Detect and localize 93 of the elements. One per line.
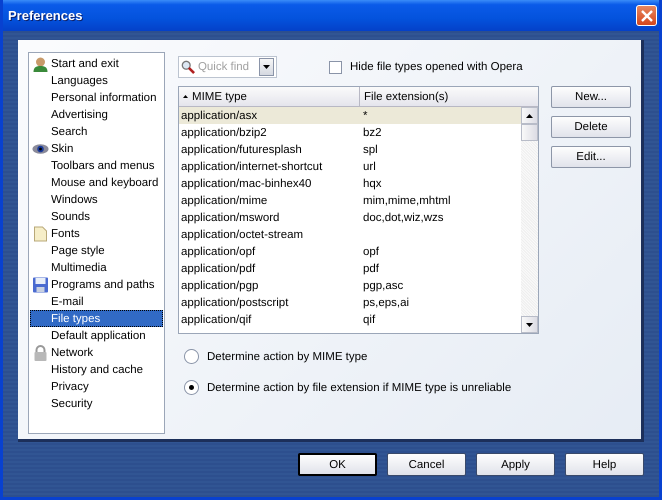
table-row[interactable]: application/msword doc,dot,wiz,wzs bbox=[179, 209, 521, 226]
sidebar-item[interactable]: Mouse and keyboard bbox=[30, 174, 163, 191]
scroll-up-button[interactable] bbox=[521, 107, 538, 124]
table-cell-text: application/asx bbox=[180, 110, 258, 122]
table-cell-text: * bbox=[362, 110, 368, 122]
sidebar-item[interactable]: Multimedia bbox=[30, 259, 163, 276]
action-button[interactable]: Edit... bbox=[551, 146, 631, 168]
table-cell-text: application/mime bbox=[180, 194, 268, 206]
up-arrow-icon bbox=[526, 114, 533, 118]
table-cell-text: doc,dot,wiz,wzs bbox=[362, 212, 444, 224]
sidebar-item[interactable]: Privacy bbox=[30, 378, 163, 395]
search-icon bbox=[181, 59, 195, 75]
table-row[interactable]: application/pgp pgp,asc bbox=[179, 277, 521, 294]
table-cell-text: qif bbox=[362, 314, 376, 326]
table-row[interactable]: application/internet-shortcut url bbox=[179, 158, 521, 175]
sidebar-item[interactable]: History and cache bbox=[30, 361, 163, 378]
quick-find-combo-box[interactable]: Quick find bbox=[178, 56, 277, 78]
table-cell-text: application/pdf bbox=[180, 262, 256, 274]
radio-button[interactable] bbox=[184, 380, 199, 395]
window-title: Preferences bbox=[8, 8, 82, 23]
sidebar-item[interactable]: Languages bbox=[30, 72, 163, 89]
table-row[interactable]: application/bzip2 bz2 bbox=[179, 124, 521, 141]
dialog-button[interactable]: OK bbox=[298, 453, 377, 476]
dialog-button[interactable]: Help bbox=[565, 453, 644, 476]
quick-find-field[interactable]: Quick find bbox=[194, 61, 259, 73]
padlock-icon bbox=[32, 344, 49, 360]
radio-label: Determine action by MIME type bbox=[207, 350, 368, 362]
sidebar-item[interactable]: Start and exit bbox=[30, 55, 163, 72]
scrollbar-thumb[interactable] bbox=[521, 124, 538, 141]
sidebar-item[interactable]: Search bbox=[30, 123, 163, 140]
table-cell-text: application/pgp bbox=[180, 280, 260, 292]
checkbox-label: Hide file types opened with Opera bbox=[350, 61, 523, 73]
table-cell-text: opf bbox=[362, 246, 379, 258]
table-cell-text: application/octet-stream bbox=[180, 228, 304, 240]
document-icon bbox=[32, 226, 49, 242]
checkbox[interactable] bbox=[329, 60, 342, 74]
action-button[interactable]: New... bbox=[551, 86, 631, 108]
sidebar-item[interactable]: Page style bbox=[30, 242, 163, 259]
table-row[interactable]: application/asx * bbox=[179, 107, 521, 124]
table-row[interactable]: application/postscript ps,eps,ai bbox=[179, 294, 521, 311]
sidebar-item[interactable]: Programs and paths bbox=[30, 276, 163, 293]
table-row[interactable]: application/opf opf bbox=[179, 243, 521, 260]
radio-label: Determine action by file extension if MIME type is unreliable bbox=[207, 382, 512, 394]
table-cell-text: pgp,asc bbox=[362, 280, 404, 292]
table-cell-text: url bbox=[362, 160, 376, 172]
sidebar-item[interactable]: File types bbox=[30, 310, 163, 327]
table-cell-text: spl bbox=[362, 144, 378, 156]
table-cell-text: application/bzip2 bbox=[180, 126, 268, 138]
close-button[interactable] bbox=[636, 5, 657, 26]
table-cell-text: bz2 bbox=[362, 126, 382, 138]
sidebar-item[interactable]: Windows bbox=[30, 191, 163, 208]
table-cell-text: application/opf bbox=[180, 246, 256, 258]
sidebar-item[interactable]: Network bbox=[30, 344, 163, 361]
down-arrow-icon bbox=[526, 322, 533, 326]
table-row[interactable]: application/mime mim,mime,mhtml bbox=[179, 192, 521, 209]
scroll-down-button[interactable] bbox=[521, 316, 538, 333]
table-cell-text: application/msword bbox=[180, 212, 280, 224]
sidebar-item[interactable]: Default application bbox=[30, 327, 163, 344]
radio-button[interactable] bbox=[184, 349, 199, 364]
dialog-button[interactable]: Apply bbox=[476, 453, 555, 476]
sidebar-item[interactable]: Skin bbox=[30, 140, 163, 157]
sort-arrow-icon bbox=[183, 95, 188, 98]
column-header[interactable]: File extension(s) bbox=[360, 87, 538, 106]
sidebar-item[interactable]: Personal information bbox=[30, 89, 163, 106]
table-cell-text: mim,mime,mhtml bbox=[362, 194, 451, 206]
table-row[interactable]: application/qif qif bbox=[179, 311, 521, 328]
close-icon bbox=[640, 10, 652, 22]
table-cell-text: application/internet-shortcut bbox=[180, 160, 324, 172]
person-icon bbox=[32, 56, 49, 72]
action-button[interactable]: Delete bbox=[551, 116, 631, 138]
sidebar-item[interactable]: Fonts bbox=[30, 225, 163, 242]
sidebar-item[interactable]: Toolbars and menus bbox=[30, 157, 163, 174]
sidebar-item[interactable]: Sounds bbox=[30, 208, 163, 225]
table-row[interactable]: application/mac-binhex40 hqx bbox=[179, 175, 521, 192]
table-cell-text: ps,eps,ai bbox=[362, 296, 410, 308]
sidebar-item[interactable]: Security bbox=[30, 395, 163, 412]
sidebar-item[interactable]: E-mail bbox=[30, 293, 163, 310]
table-cell-text: application/mac-binhex40 bbox=[180, 178, 312, 190]
caret-icon bbox=[262, 65, 270, 69]
dialog-button[interactable]: Cancel bbox=[387, 453, 466, 476]
table-cell-text: hqx bbox=[362, 178, 382, 190]
scrollbar[interactable] bbox=[521, 107, 538, 333]
table-cell-text: application/postscript bbox=[180, 296, 290, 308]
table-cell-text: application/futuresplash bbox=[180, 144, 303, 156]
table-cell-text: pdf bbox=[362, 262, 379, 274]
dropdown-button[interactable] bbox=[258, 58, 274, 76]
column-header[interactable]: MIME type bbox=[179, 87, 360, 106]
table-row[interactable]: application/futuresplash spl bbox=[179, 141, 521, 158]
eye-icon bbox=[32, 142, 49, 154]
table-cell-text: application/qif bbox=[180, 314, 252, 326]
sidebar-item[interactable]: Advertising bbox=[30, 106, 163, 123]
table-row[interactable]: application/pdf pdf bbox=[179, 260, 521, 277]
table-row[interactable]: application/octet-stream bbox=[179, 226, 521, 243]
